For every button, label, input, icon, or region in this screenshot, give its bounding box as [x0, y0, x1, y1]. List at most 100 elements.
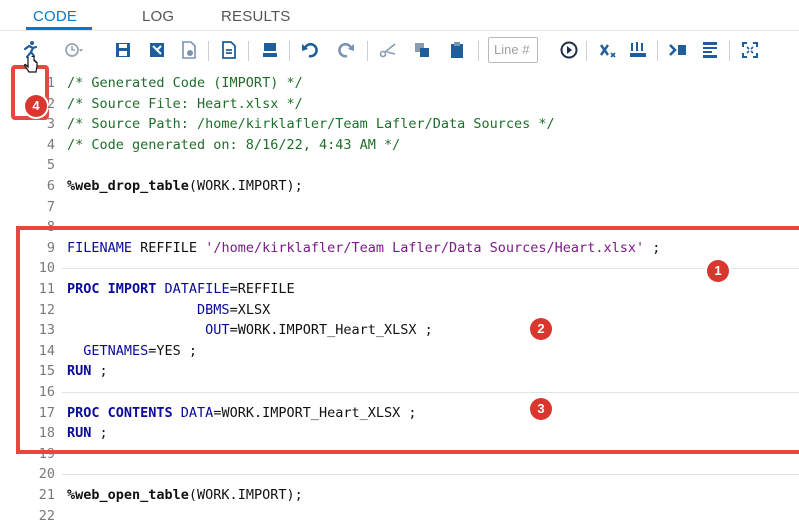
line-number: 4	[46, 136, 55, 153]
tab-log[interactable]: LOG	[142, 8, 174, 25]
blank-line-separator	[62, 474, 799, 476]
code-token: %web_drop_table	[67, 178, 189, 194]
code-line[interactable]: 12 DBMS=XLSX	[0, 300, 799, 321]
code-token: =REFFILE	[229, 281, 295, 297]
save-as-icon[interactable]	[146, 39, 168, 61]
code-text: GETNAMES=YES ;	[67, 341, 197, 362]
line-number: 2	[46, 95, 55, 112]
copy-text-icon[interactable]	[411, 39, 433, 61]
format-code-icon[interactable]	[627, 39, 649, 61]
line-number: 20	[38, 466, 55, 483]
tab-code[interactable]: CODE	[33, 8, 77, 25]
cut-icon[interactable]	[377, 39, 399, 61]
code-text: PROC IMPORT DATAFILE=REFFILE	[67, 279, 295, 300]
code-token: REFFILE	[140, 239, 206, 256]
code-line[interactable]: 5	[0, 155, 799, 176]
code-line[interactable]: 7	[0, 197, 799, 218]
code-text: /* Source File: Heart.xlsx */	[67, 94, 303, 115]
options-icon[interactable]	[699, 39, 721, 61]
code-token: ;	[644, 239, 661, 256]
code-line[interactable]: 22	[0, 506, 799, 527]
line-number-input[interactable]: Line #	[488, 37, 538, 63]
code-text: %web_open_table(WORK.IMPORT);	[67, 485, 303, 506]
code-token: GETNAMES	[83, 342, 149, 359]
code-line[interactable]: 1 /* Generated Code (IMPORT) */	[0, 73, 799, 94]
code-line[interactable]: 6 %web_drop_table(WORK.IMPORT);	[0, 176, 799, 197]
copy-icon[interactable]	[218, 39, 240, 61]
code-token: ;	[91, 363, 108, 380]
code-line[interactable]: 3 /* Source Path: /home/kirklafler/Team L…	[0, 114, 799, 135]
redo-icon[interactable]	[335, 39, 357, 61]
code-text: /* Code generated on: 8/16/22, 4:43 AM *…	[67, 135, 400, 156]
code-token: /* Source Path: /home/kirklafler/Team La…	[67, 116, 555, 133]
code-token: (WORK.IMPORT);	[188, 487, 303, 503]
code-line[interactable]: 9 FILENAME REFFILE '/home/kirklafler/Team…	[0, 238, 799, 259]
highlight-box-top	[16, 226, 799, 230]
line-number: 14	[38, 342, 55, 359]
highlight-box-left	[16, 226, 20, 454]
code-line[interactable]: 13 OUT=WORK.IMPORT_Heart_XLSX ;	[0, 320, 799, 341]
line-number: 10	[38, 260, 55, 277]
code-token: /* Code generated on: 8/16/22, 4:43 AM *…	[67, 136, 401, 153]
save-icon[interactable]	[112, 39, 134, 61]
history-icon[interactable]	[63, 39, 85, 61]
toolbar-separator	[208, 41, 209, 61]
code-line[interactable]: 17 PROC CONTENTS DATA=WORK.IMPORT_Heart_X…	[0, 403, 799, 424]
code-text: /* Generated Code (IMPORT) */	[67, 73, 303, 94]
code-line[interactable]: 4 /* Code generated on: 8/16/22, 4:43 AM …	[0, 135, 799, 156]
code-text: RUN ;	[67, 361, 108, 382]
code-editor[interactable]: 1 /* Generated Code (IMPORT) */ 2 /* Source…	[0, 72, 799, 524]
line-number: 5	[46, 157, 55, 174]
code-line[interactable]: 2 /* Source File: Heart.xlsx */	[0, 94, 799, 115]
code-line[interactable]: 18 RUN ;	[0, 423, 799, 444]
callout-badge-2: 2	[530, 318, 552, 340]
code-text: PROC CONTENTS DATA=WORK.IMPORT_Heart_XLS…	[67, 403, 417, 424]
code-line[interactable]: 14 GETNAMES=YES ;	[0, 341, 799, 362]
line-number: 3	[46, 116, 55, 133]
undo-icon[interactable]	[299, 39, 321, 61]
code-text: %web_drop_table(WORK.IMPORT);	[67, 176, 303, 197]
add-snippet-icon[interactable]	[667, 39, 689, 61]
code-token: OUT	[205, 322, 230, 339]
paste-icon[interactable]	[446, 39, 468, 61]
export-icon[interactable]	[178, 39, 200, 61]
code-token: =WORK.IMPORT_Heart_XLSX ;	[229, 322, 433, 339]
line-number: 18	[38, 425, 55, 442]
line-number: 7	[46, 198, 55, 215]
code-line[interactable]: 19	[0, 444, 799, 465]
clear-icon[interactable]	[597, 39, 619, 61]
code-token: PROC IMPORT	[67, 281, 165, 297]
code-text: OUT=WORK.IMPORT_Heart_XLSX ;	[67, 320, 433, 341]
blank-line-separator	[62, 392, 799, 393]
code-text: FILENAME REFFILE '/home/kirklafler/Team …	[67, 238, 660, 259]
code-token: /* Source File: Heart.xlsx */	[67, 95, 303, 112]
maximize-icon[interactable]	[739, 39, 761, 61]
go-icon[interactable]	[558, 39, 580, 61]
code-token: =YES ;	[148, 342, 198, 359]
code-token: RUN	[67, 363, 92, 380]
callout-badge-3: 3	[530, 398, 552, 420]
tab-results[interactable]: RESULTS	[221, 8, 290, 25]
tab-bar: CODE LOG RESULTS	[0, 0, 799, 30]
line-number: 19	[0, 444, 55, 465]
submit-icon[interactable]	[259, 39, 281, 61]
line-number: 13	[38, 322, 55, 339]
code-text: /* Source Path: /home/kirklafler/Team La…	[67, 114, 555, 135]
code-line[interactable]: 15 RUN ;	[0, 361, 799, 382]
code-token: PROC CONTENTS	[67, 404, 181, 421]
toolbar-separator	[478, 41, 479, 61]
line-number: 9	[46, 239, 55, 256]
line-number: 1	[46, 75, 55, 91]
code-text: DBMS=XLSX	[67, 300, 270, 321]
code-token: =WORK.IMPORT_Heart_XLSX ;	[213, 404, 417, 421]
code-text: RUN ;	[67, 423, 108, 444]
line-number: 21	[38, 487, 55, 503]
code-line[interactable]: 11 PROC IMPORT DATAFILE=REFFILE	[0, 279, 799, 300]
line-number: 12	[38, 301, 55, 318]
code-line[interactable]: 21 %web_open_table(WORK.IMPORT);	[0, 485, 799, 506]
code-token: %web_open_table	[67, 487, 189, 503]
code-token: '/home/kirklafler/Team Lafler/Data Sourc…	[205, 239, 645, 256]
line-number: 16	[38, 384, 55, 400]
